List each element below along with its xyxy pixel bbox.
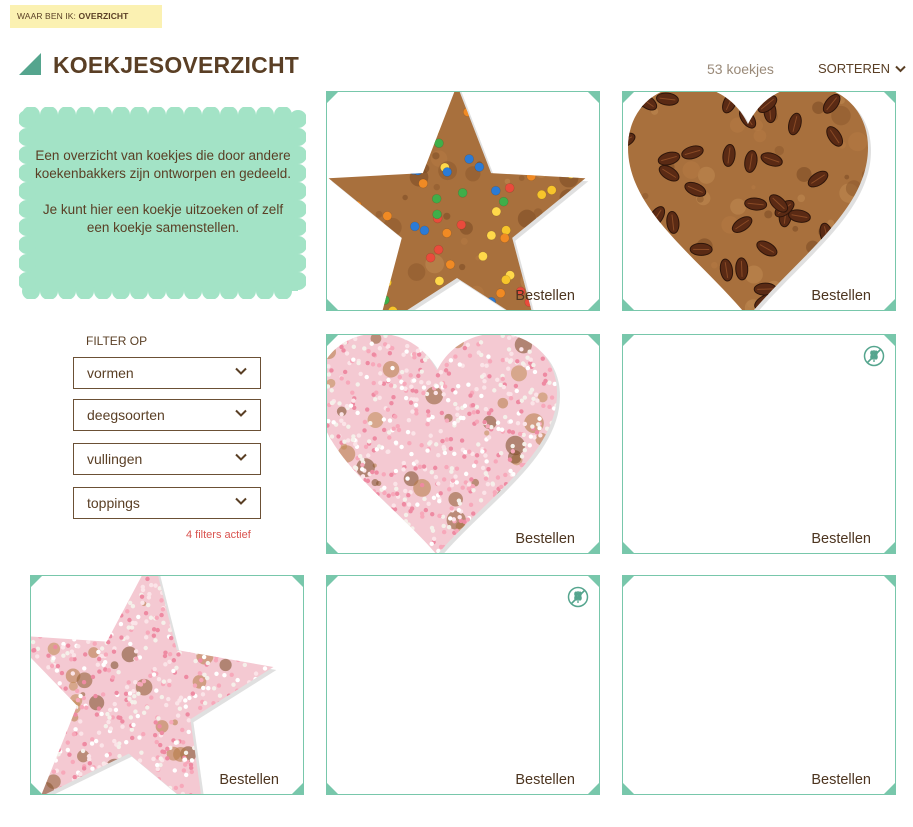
cookie-card[interactable]: Bestellen [30,575,304,795]
cookie-card[interactable]: Bestellen [326,575,600,795]
cookie-heart-pecan-image [628,92,871,310]
filter-label: deegsoorten [87,407,165,423]
filter-toppings-select[interactable]: toppings [73,487,261,519]
filter-deegsoorten-select[interactable]: deegsoorten [73,399,261,431]
filter-vullingen-select[interactable]: vullingen [73,443,261,475]
cookie-card[interactable]: Bestellen [326,334,600,554]
order-button[interactable]: Bestellen [515,772,575,788]
sort-label: SORTEREN [818,61,890,76]
intro-text-2: Je kunt hier een koekje uitzoeken of zel… [42,202,284,235]
order-button[interactable]: Bestellen [811,531,871,547]
gluten-free-icon [863,345,885,367]
filters-active-link[interactable]: 4 filters actief [186,529,251,541]
intro-bubble: Een overzicht van koekjes die door ander… [19,107,306,299]
chevron-down-icon [895,65,906,72]
filter-vormen-select[interactable]: vormen [73,357,261,389]
order-button[interactable]: Bestellen [219,772,279,788]
cookie-card[interactable]: Bestellen [622,91,896,311]
cookie-card[interactable]: Bestellen [326,91,600,311]
breadcrumb: WAAR BEN IK: OVERZICHT [10,5,162,28]
sort-button[interactable]: SORTEREN [818,61,906,76]
chevron-down-icon [235,367,247,375]
filter-label: vormen [87,365,134,381]
breadcrumb-current[interactable]: OVERZICHT [78,11,128,21]
page-title: KOEKJESOVERZICHT [53,52,300,78]
cookie-flower-candy-image [623,576,896,795]
order-button[interactable]: Bestellen [515,288,575,304]
cookie-card[interactable]: Bestellen [622,575,896,795]
chevron-down-icon [235,409,247,417]
chevron-down-icon [235,497,247,505]
order-button[interactable]: Bestellen [811,288,871,304]
chevron-down-icon [235,453,247,461]
cookie-star-sprinkles-image [31,576,277,794]
order-button[interactable]: Bestellen [515,531,575,547]
filter-title: FILTER OP [86,334,148,348]
cookie-flower-plain-image [623,335,896,554]
cookie-flower-pecan-image [327,576,600,795]
intro-text-1: Een overzicht van koekjes die door ander… [35,148,291,181]
title-triangle-icon [19,53,41,75]
cookie-card[interactable]: Bestellen [622,334,896,554]
filter-label: vullingen [87,451,143,467]
cookie-star-candy-image [328,92,589,310]
breadcrumb-prefix: WAAR BEN IK: [17,11,76,21]
order-button[interactable]: Bestellen [811,772,871,788]
cookie-heart-sprinkles-image [327,335,560,553]
cookie-count: 53 koekjes [707,61,774,77]
filter-label: toppings [87,495,140,511]
gluten-free-icon [567,586,589,608]
